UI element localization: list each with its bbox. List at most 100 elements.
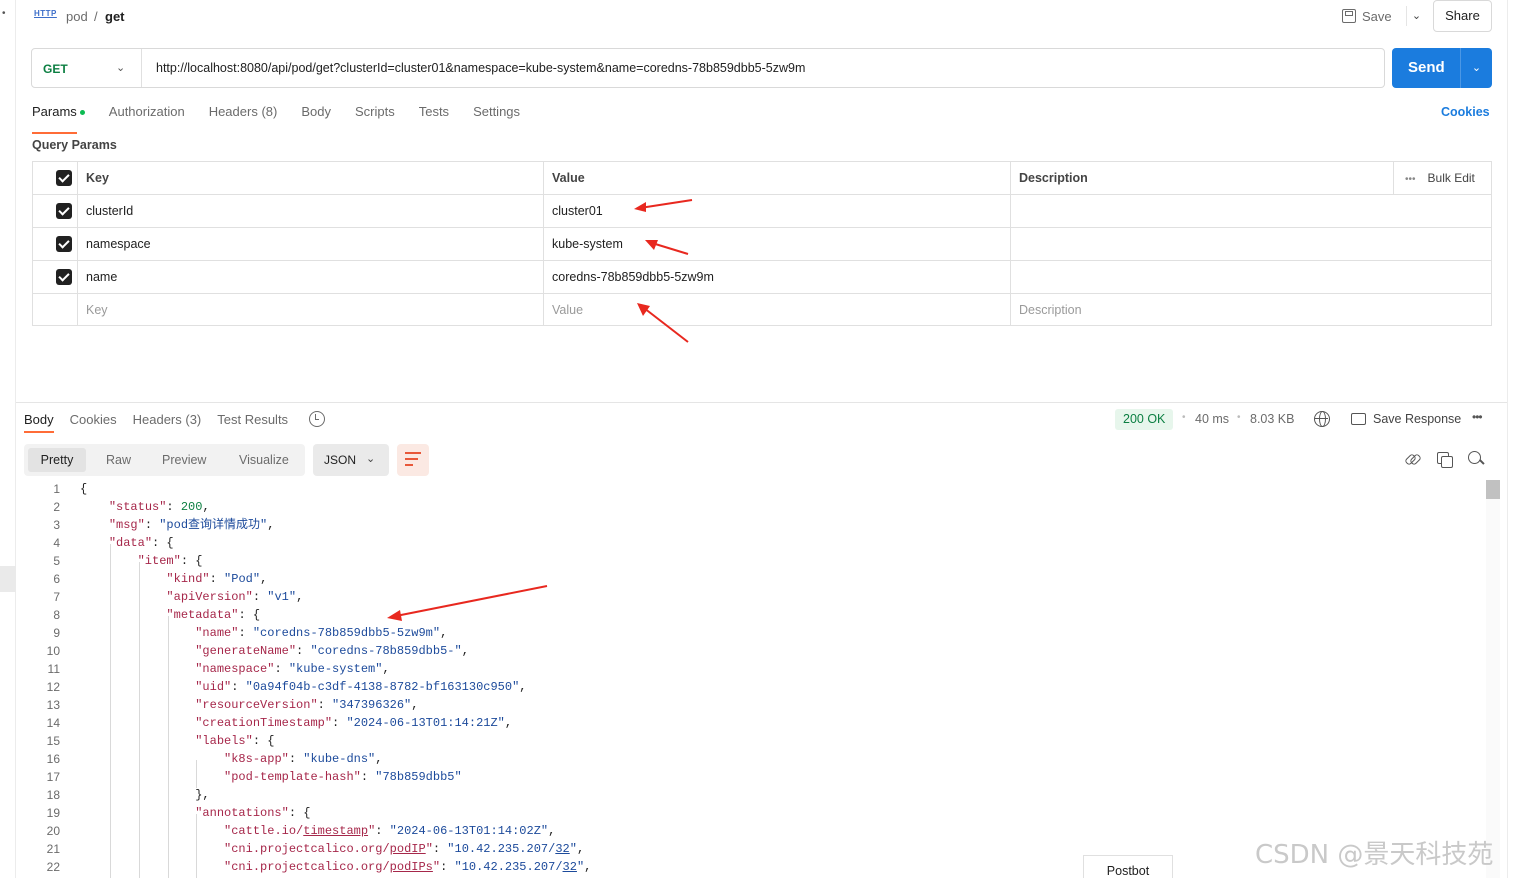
json-key: "annotations"	[195, 806, 289, 820]
bulk-edit-button[interactable]: ••• Bulk Edit	[1405, 162, 1475, 194]
sidebar-handle-icon[interactable]: •	[2, 8, 6, 19]
history-icon[interactable]	[309, 411, 325, 427]
line-number: 3	[53, 518, 60, 532]
row-checkbox[interactable]	[56, 203, 72, 219]
json-value: "347396326"	[332, 698, 412, 712]
description-placeholder[interactable]: Description	[1010, 294, 1082, 326]
view-raw[interactable]: Raw	[96, 448, 141, 472]
annotation-arrow-icon	[645, 240, 689, 255]
json-key: "resourceVersion"	[195, 698, 318, 712]
copy-icon[interactable]	[1436, 451, 1453, 468]
line-number: 2	[53, 500, 60, 514]
tab-headers-count: (8)	[261, 104, 278, 119]
json-value: 200	[180, 500, 203, 514]
code-line: 8 "metadata": {	[24, 606, 1484, 624]
tab-response-cookies[interactable]: Cookies	[70, 412, 117, 427]
wrap-lines-icon[interactable]	[397, 444, 429, 476]
line-number: 15	[46, 734, 60, 748]
table-row: namespace kube-system	[33, 228, 1491, 261]
param-key[interactable]: clusterId	[77, 195, 133, 227]
save-options-chevron-down-icon[interactable]: ⌄	[1406, 6, 1426, 26]
view-pretty[interactable]: Pretty	[28, 448, 86, 472]
vertical-scrollbar[interactable]	[1486, 480, 1500, 878]
share-button[interactable]: Share	[1433, 0, 1492, 32]
response-size[interactable]: 8.03 KB	[1250, 412, 1294, 426]
link-icon[interactable]	[1404, 451, 1420, 467]
row-checkbox[interactable]	[56, 269, 72, 285]
cookies-link[interactable]: Cookies	[1441, 105, 1490, 119]
param-value[interactable]: cluster01	[543, 195, 603, 227]
tab-tests[interactable]: Tests	[419, 104, 449, 128]
line-number: 10	[46, 644, 60, 658]
code-line: 19 "annotations": {	[24, 804, 1484, 822]
json-value: "2024-06-13T01:14:02Z"	[389, 824, 549, 838]
method-select[interactable]: GET ⌄	[32, 49, 142, 87]
status-badge[interactable]: 200 OK	[1115, 409, 1174, 430]
code-line: 1{	[24, 480, 1484, 498]
value-placeholder[interactable]: Value	[543, 294, 583, 326]
response-view-selector: Pretty Raw Preview Visualize	[24, 444, 305, 476]
json-key-link[interactable]: podIP	[390, 842, 426, 856]
save-response-button[interactable]: Save Response	[1373, 412, 1461, 426]
code-line: 9 "name": "coredns-78b859dbb5-5zw9m",	[24, 624, 1484, 642]
json-key: "item"	[137, 554, 181, 568]
param-key[interactable]: name	[77, 261, 117, 293]
tab-params[interactable]: Params	[32, 104, 85, 134]
save-response-icon[interactable]	[1351, 413, 1366, 425]
table-row-empty: Key Value Description	[33, 294, 1491, 327]
more-icon: •••	[1405, 174, 1416, 185]
json-key-link[interactable]: timestamp	[303, 824, 368, 838]
tab-response-body[interactable]: Body	[24, 412, 54, 433]
separator-dot: •	[1182, 412, 1186, 423]
globe-icon[interactable]	[1314, 411, 1330, 427]
code-line: 16 "k8s-app": "kube-dns",	[24, 750, 1484, 768]
json-key: "kind"	[166, 572, 210, 586]
row-checkbox[interactable]	[56, 236, 72, 252]
select-all-checkbox[interactable]	[56, 170, 72, 186]
param-key[interactable]: namespace	[77, 228, 151, 260]
scrollbar-thumb[interactable]	[1486, 480, 1500, 499]
json-value: "Pod"	[224, 572, 261, 586]
send-button[interactable]: Send ⌄	[1392, 48, 1492, 88]
breadcrumb-current[interactable]: get	[105, 9, 125, 24]
json-value: "v1"	[267, 590, 297, 604]
view-visualize[interactable]: Visualize	[229, 448, 299, 472]
bulk-edit-label: Bulk Edit	[1427, 171, 1475, 185]
tab-authorization[interactable]: Authorization	[109, 104, 185, 128]
json-key: "msg"	[108, 518, 145, 532]
line-number: 5	[53, 554, 60, 568]
format-select[interactable]: JSON ⌄	[313, 444, 389, 476]
line-number: 13	[46, 698, 60, 712]
url-input[interactable]: http://localhost:8080/api/pod/get?cluste…	[156, 61, 805, 75]
tab-settings[interactable]: Settings	[473, 104, 520, 128]
line-number: 17	[46, 770, 60, 784]
separator-dot: •	[1237, 412, 1241, 423]
view-preview[interactable]: Preview	[152, 448, 216, 472]
line-number: 7	[53, 590, 60, 604]
key-placeholder[interactable]: Key	[77, 294, 108, 326]
send-options-chevron-down-icon[interactable]: ⌄	[1460, 48, 1492, 88]
search-icon[interactable]	[1468, 451, 1484, 467]
breadcrumb-parent[interactable]: pod	[66, 9, 88, 24]
response-time[interactable]: 40 ms	[1195, 412, 1229, 426]
save-button[interactable]: Save	[1342, 5, 1392, 27]
tab-scripts[interactable]: Scripts	[355, 104, 395, 128]
json-key: "cni.projectcalico.org/	[224, 842, 390, 856]
tab-response-headers[interactable]: Headers (3)	[133, 412, 202, 427]
annotation-arrow-icon	[637, 303, 689, 343]
postbot-button[interactable]: Postbot	[1083, 855, 1173, 878]
tab-test-results[interactable]: Test Results	[217, 412, 288, 427]
tab-headers[interactable]: Headers (8)	[209, 104, 278, 128]
param-value[interactable]: kube-system	[543, 228, 623, 260]
json-key-link[interactable]: podIPs	[390, 860, 433, 874]
json-value-link[interactable]: 32	[555, 842, 569, 856]
param-value[interactable]: coredns-78b859dbb5-5zw9m	[543, 261, 714, 293]
tab-body[interactable]: Body	[301, 104, 331, 128]
json-value-link[interactable]: 32	[563, 860, 577, 874]
response-body-code[interactable]: 1{ 2 "status": 200, 3 "msg": "pod查询详情成功"…	[24, 480, 1484, 878]
line-number: 18	[46, 788, 60, 802]
code-line: 6 "kind": "Pod",	[24, 570, 1484, 588]
more-options-icon[interactable]: •••	[1472, 410, 1483, 424]
json-key: "k8s-app"	[224, 752, 289, 766]
save-icon	[1342, 9, 1356, 23]
